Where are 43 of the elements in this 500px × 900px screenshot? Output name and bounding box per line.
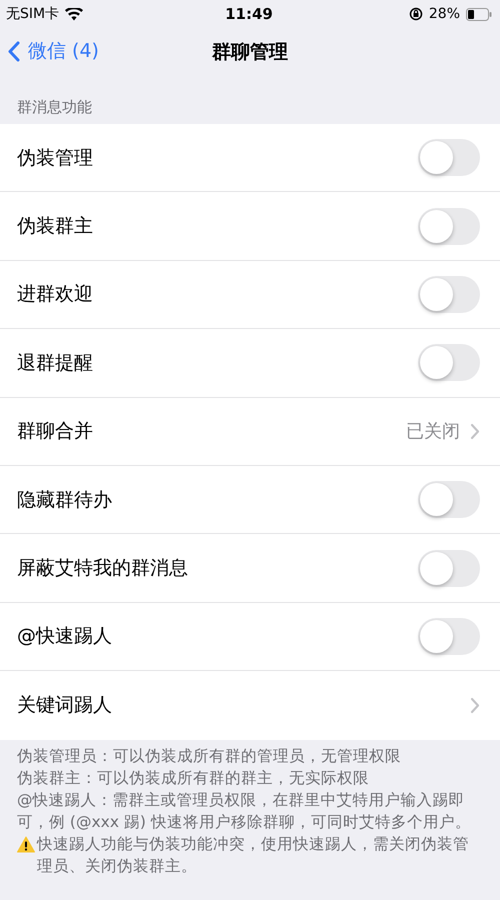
- page-title: 群聊管理: [212, 40, 288, 65]
- settings-row[interactable]: 进群欢迎: [0, 260, 500, 330]
- toggle-switch[interactable]: [418, 618, 480, 655]
- settings-row[interactable]: 退群提醒: [0, 329, 500, 398]
- row-label: 进群欢迎: [17, 282, 94, 308]
- toggle-switch[interactable]: [418, 208, 480, 245]
- row-label: 群聊合并: [17, 419, 94, 444]
- settings-row[interactable]: @快速踢人: [0, 602, 500, 672]
- toggle-switch[interactable]: [418, 481, 480, 518]
- battery-icon: [466, 8, 492, 20]
- back-button[interactable]: 微信 (4): [8, 38, 99, 64]
- note-text: 快速踢人功能与伪装功能冲突，使用快速踢人，需关闭伪装管理员、关闭伪装群主。: [37, 834, 470, 877]
- row-label: 退群提醒: [17, 350, 94, 376]
- row-label: 伪装管理: [17, 146, 94, 171]
- chevron-icon: [470, 696, 480, 714]
- settings-row[interactable]: 关键词踢人: [0, 671, 500, 740]
- settings-row[interactable]: 群聊合并 已关闭: [0, 398, 500, 466]
- chevron-icon: [470, 422, 480, 440]
- row-label: 伪装群主: [17, 214, 94, 240]
- warning-icon: [17, 836, 35, 853]
- toggle-switch[interactable]: [418, 550, 480, 587]
- settings-row[interactable]: 隐藏群待办: [0, 466, 500, 534]
- settings-row[interactable]: 伪装管理: [0, 124, 500, 192]
- toggle-switch[interactable]: [418, 344, 480, 382]
- back-chevron-icon: [8, 40, 20, 62]
- toggle-switch[interactable]: [418, 139, 480, 176]
- carrier-text: 无SIM卡: [6, 5, 60, 23]
- rotation-lock-icon: [408, 7, 423, 21]
- note-text: @快速踢人：需群主或管理员权限，在群里中艾特用户输入踢即可，例 (@xxx 踢) 快速将用户移除群聊，可同时艾特多个用户。: [17, 790, 472, 833]
- battery-text: 28%: [428, 6, 460, 22]
- row-label: 关键词踢人: [17, 693, 113, 718]
- row-label: 隐藏群待办: [17, 488, 113, 513]
- row-value: 已关闭: [406, 420, 460, 444]
- toggle-switch[interactable]: [418, 276, 480, 313]
- row-label: @快速踢人: [17, 624, 113, 650]
- note-text: 伪装管理员：可以伪装成所有群的管理员，无管理权限: [17, 746, 402, 767]
- wifi-icon: [65, 8, 84, 20]
- note-text: 伪装群主：可以伪装成所有群的群主，无实际权限: [17, 768, 370, 789]
- settings-row[interactable]: 伪装群主: [0, 192, 500, 261]
- row-label: 屏蔽艾特我的群消息: [17, 556, 189, 582]
- settings-row[interactable]: 屏蔽艾特我的群消息: [0, 534, 500, 603]
- section-header: 群消息功能: [16, 97, 93, 118]
- time-text: 11:49: [225, 5, 273, 23]
